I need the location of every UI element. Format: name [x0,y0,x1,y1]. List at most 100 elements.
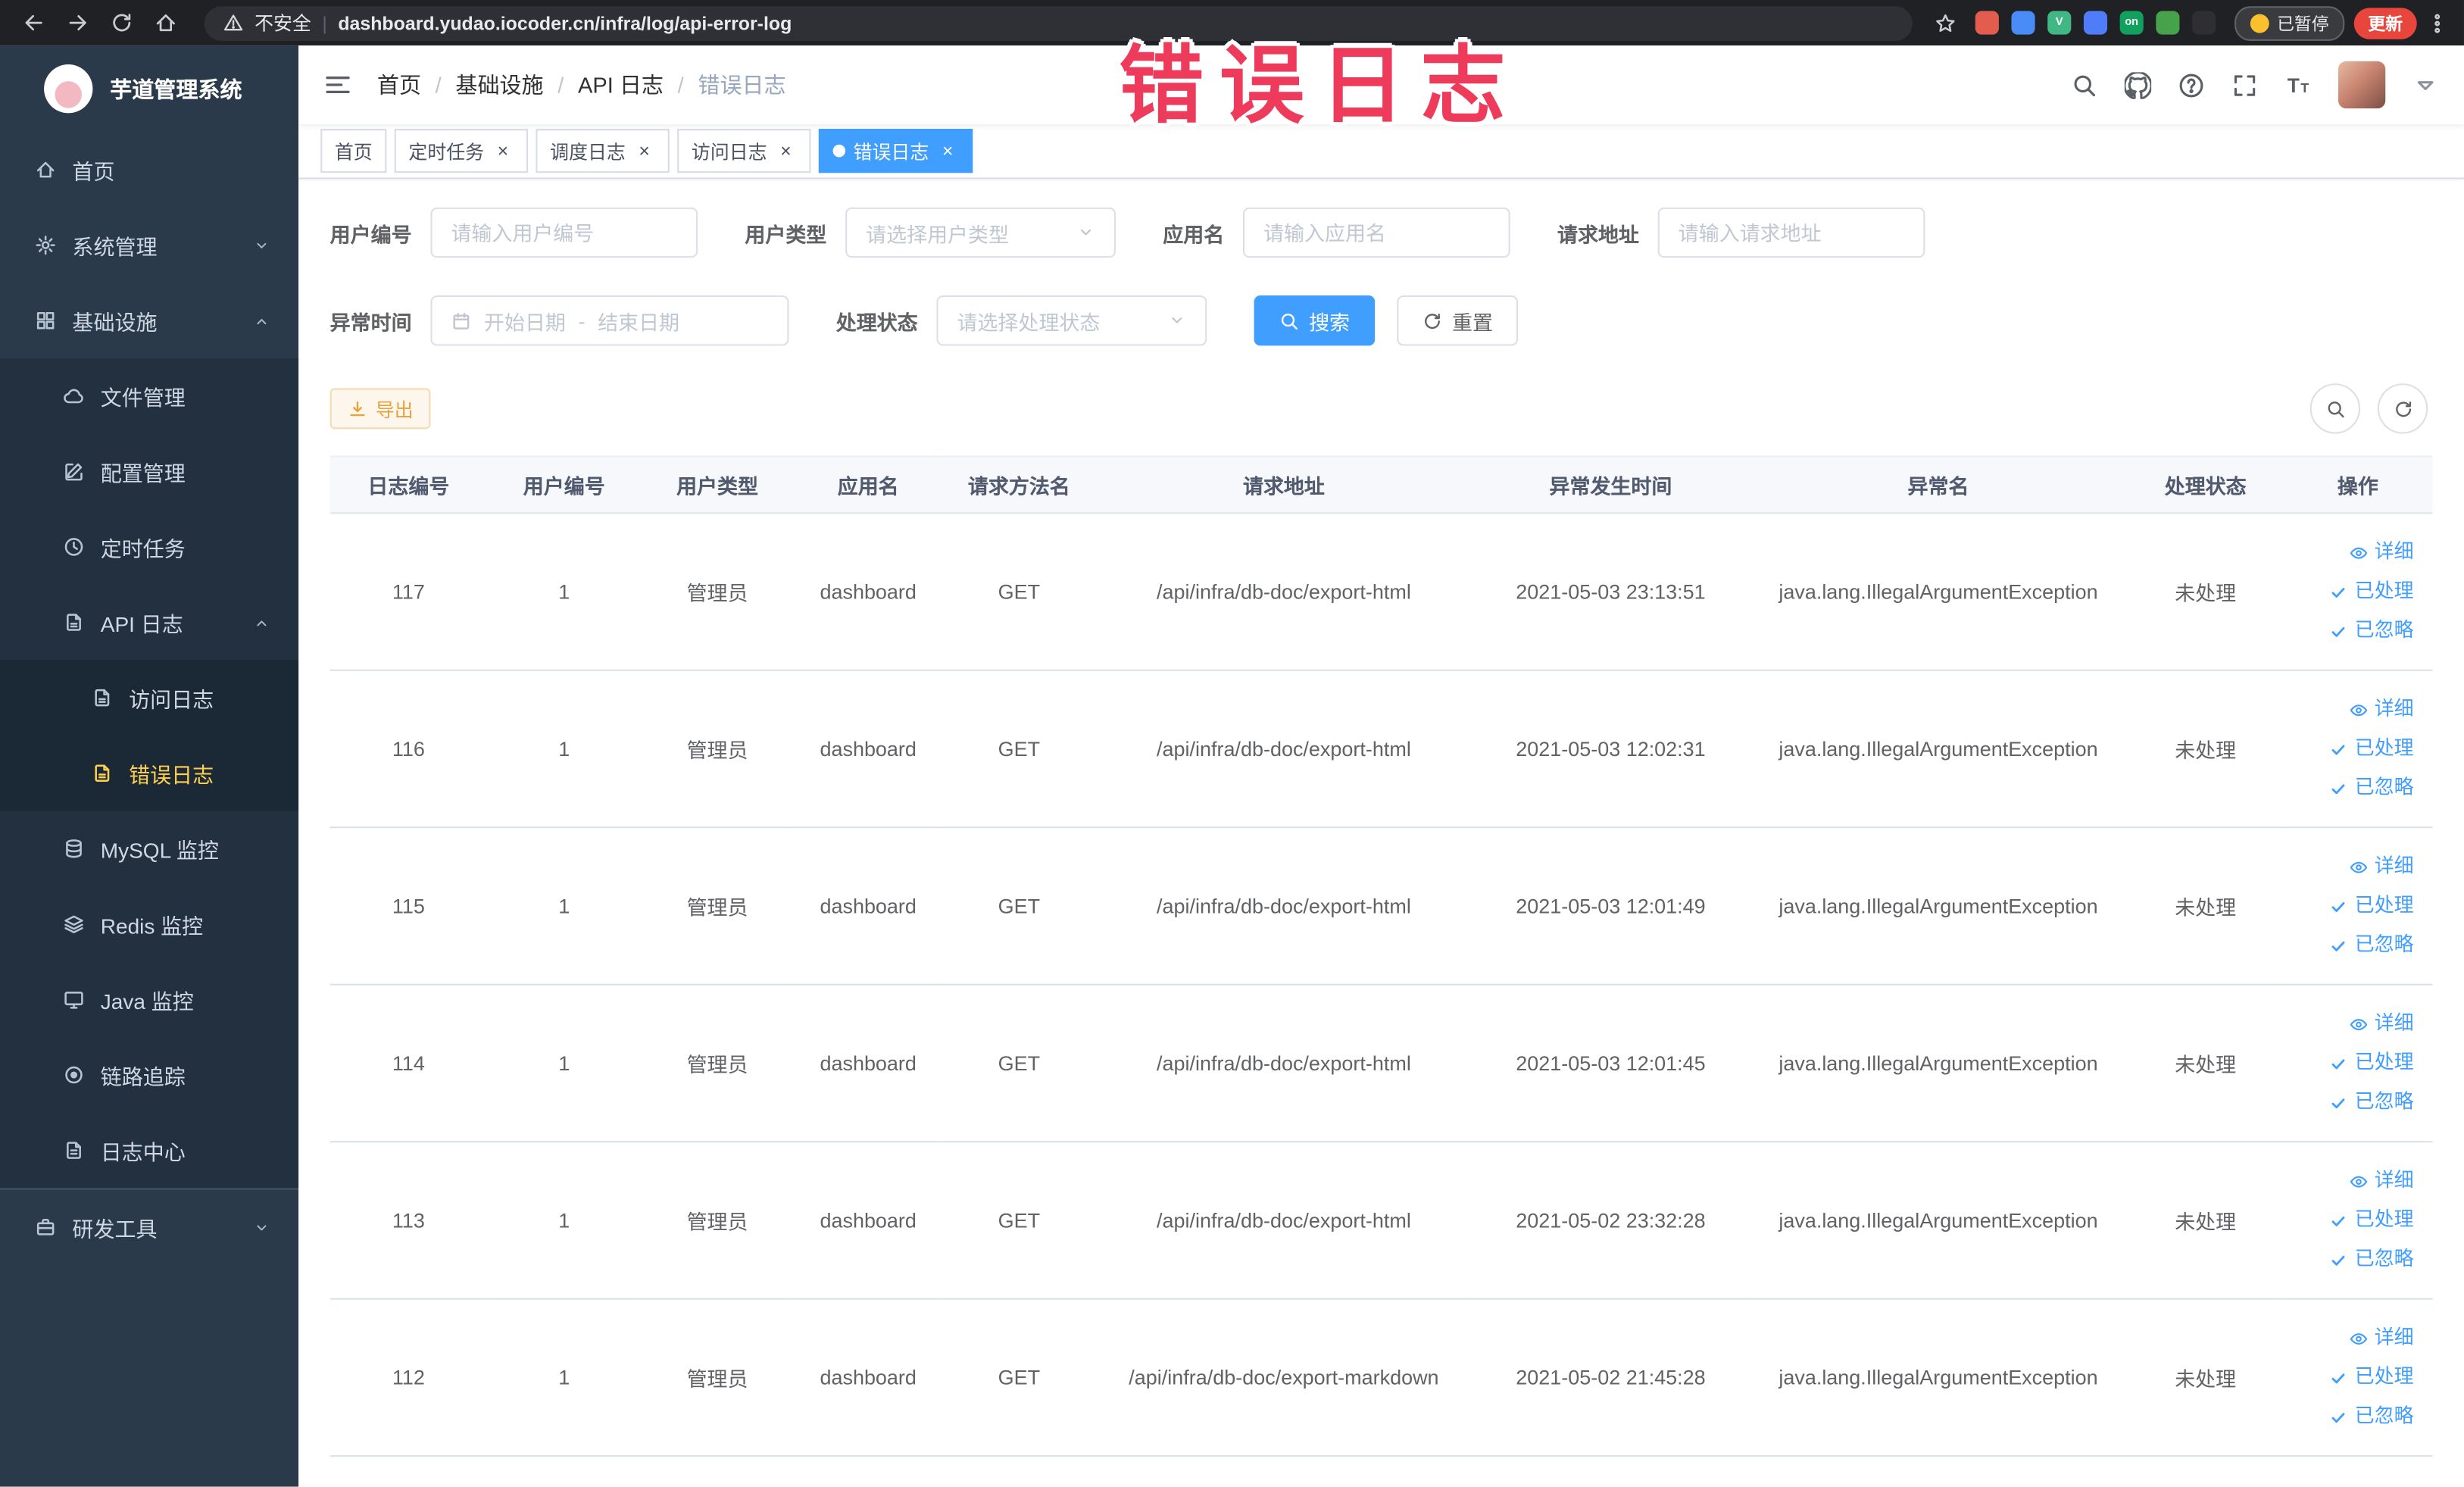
sidebar-item-研发工具[interactable]: 研发工具 [0,1188,299,1265]
close-icon[interactable]: × [633,140,655,162]
action-已处理[interactable]: 已处理 [2290,729,2414,769]
column-header-异常发生时间: 异常发生时间 [1472,455,1750,514]
update-button[interactable]: 更新 [2353,7,2417,39]
action-详细[interactable]: 详细 [2290,690,2414,729]
error-log-table: 日志编号 用户编号 用户类型 应用名 请求方法名 请求地址 异常发生时间 异常名 处理状态 操作 … [329,455,2433,1457]
sidebar-item-访问日志[interactable]: 访问日志 [0,660,299,736]
caret-down-icon[interactable] [2412,71,2439,98]
sidebar-item-文件管理[interactable]: 文件管理 [0,358,299,434]
action-已处理[interactable]: 已处理 [2290,886,2414,926]
paused-pill[interactable]: 已暂停 [2234,5,2345,40]
toggle-search-button[interactable] [2309,383,2361,434]
font-size-icon[interactable]: TT [2284,71,2311,98]
extension-icon-6[interactable] [2192,11,2216,35]
action-label: 已处理 [2354,1208,2414,1231]
action-已忽略[interactable]: 已忽略 [2290,768,2414,808]
tab-定时任务[interactable]: 定时任务 × [394,129,529,173]
sidebar-item-Redis 监控[interactable]: Redis 监控 [0,886,299,962]
action-详细[interactable]: 详细 [2290,1004,2414,1044]
hamburger-icon[interactable] [323,70,351,98]
sidebar-item-Java 监控[interactable]: Java 监控 [0,961,299,1038]
browser-menu-icon[interactable] [2426,12,2448,34]
home-icon[interactable] [148,5,183,40]
sidebar-item-错误日志[interactable]: 错误日志 [0,735,299,811]
user-id-input[interactable] [430,207,698,258]
action-已忽略[interactable]: 已忽略 [2290,1240,2414,1279]
export-button[interactable]: 导出 [329,388,431,430]
action-已处理[interactable]: 已处理 [2290,1044,2414,1083]
bookmark-star-icon[interactable] [1935,12,1957,34]
cell-status: 未处理 [2128,1298,2284,1457]
chevron-up-icon [253,312,270,330]
cell-time: 2021-05-03 12:02:31 [1472,670,1750,829]
sidebar-item-日志中心[interactable]: 日志中心 [0,1112,299,1189]
cell-url: /api/infra/db-doc/export-html [1095,513,1472,671]
forward-icon[interactable] [60,5,95,40]
tab-调度日志[interactable]: 调度日志 × [536,129,670,173]
action-已处理[interactable]: 已处理 [2290,1201,2414,1240]
action-已忽略[interactable]: 已忽略 [2290,926,2414,965]
sidebar-item-MySQL 监控[interactable]: MySQL 监控 [0,811,299,887]
sidebar-item-配置管理[interactable]: 配置管理 [0,433,299,510]
cell-id: 117 [329,513,488,671]
extension-icon-0[interactable] [1975,11,1999,35]
request-url-input[interactable] [1657,207,1925,258]
cell-user_type: 管理员 [641,1142,794,1300]
sidebar-item-首页[interactable]: 首页 [0,132,298,208]
tab-首页[interactable]: 首页 [320,129,387,173]
breadcrumb-item-首页[interactable]: 首页 [377,69,421,100]
action-详细[interactable]: 详细 [2290,1161,2414,1201]
avatar[interactable] [2338,61,2386,109]
cell-exception: java.lang.IllegalArgumentException [1749,513,2128,671]
sidebar-item-系统管理[interactable]: 系统管理 [0,208,298,283]
cell-actions: 详细 已处理 已忽略 [2283,827,2433,986]
sidebar-item-基础设施[interactable]: 基础设施 [0,283,298,358]
chevron-down-icon [1076,223,1095,242]
close-icon[interactable]: × [492,140,514,162]
doc-edit-icon [91,762,113,784]
date-range-picker[interactable]: 开始日期 - 结束日期 [430,295,789,346]
fullscreen-icon[interactable] [2231,71,2258,98]
refresh-table-button[interactable] [2377,383,2428,434]
sidebar-item-API 日志[interactable]: API 日志 [0,584,299,661]
extension-icon-1[interactable] [2011,11,2035,35]
action-详细[interactable]: 详细 [2290,1319,2414,1358]
search-button[interactable]: 搜索 [1254,295,1376,346]
extension-icon-2[interactable]: V [2047,11,2072,35]
action-已处理[interactable]: 已处理 [2290,1357,2414,1397]
reset-button[interactable]: 重置 [1397,295,1519,346]
action-详细[interactable]: 详细 [2290,533,2414,572]
action-已忽略[interactable]: 已忽略 [2290,1397,2414,1436]
close-icon[interactable]: × [775,140,797,162]
reload-icon[interactable] [104,5,139,40]
action-已忽略[interactable]: 已忽略 [2290,611,2414,651]
tab-访问日志[interactable]: 访问日志 × [677,129,811,173]
breadcrumb-item-API 日志[interactable]: API 日志 [578,69,664,100]
sidebar-item-定时任务[interactable]: 定时任务 [0,509,299,585]
breadcrumb-item-基础设施[interactable]: 基础设施 [455,69,543,100]
right-toolbar [2309,383,2428,434]
github-icon[interactable] [2124,71,2152,98]
extension-icon-5[interactable] [2156,11,2180,35]
cell-exception: java.lang.IllegalArgumentException [1749,984,2128,1143]
app-name-input[interactable] [1243,207,1510,258]
extension-icon-3[interactable] [2083,11,2108,35]
sidebar-item-链路追踪[interactable]: 链路追踪 [0,1037,299,1113]
address-bar[interactable]: 不安全 | dashboard.yudao.iocoder.cn/infra/l… [204,5,1913,40]
logo[interactable]: 芋道管理系统 [0,45,298,132]
sidebar-item-label: 链路追踪 [100,1065,186,1089]
action-已忽略[interactable]: 已忽略 [2290,1082,2414,1122]
action-详细[interactable]: 详细 [2290,847,2414,886]
cell-actions: 详细 已处理 已忽略 [2283,984,2433,1143]
back-icon[interactable] [16,5,51,40]
breadcrumb-separator: / [557,72,564,98]
question-icon[interactable] [2178,71,2204,98]
process-status-select[interactable]: 请选择处理状态 [936,295,1207,346]
search-icon[interactable] [2071,71,2097,98]
close-icon[interactable]: × [937,140,959,162]
action-已处理[interactable]: 已处理 [2290,572,2414,611]
user-type-select[interactable]: 请选择用户类型 [845,207,1116,258]
tab-错误日志[interactable]: 错误日志 × [818,129,973,173]
filter-app-name-label: 应用名 [1163,222,1225,246]
extension-icon-4[interactable]: on [2119,11,2144,35]
